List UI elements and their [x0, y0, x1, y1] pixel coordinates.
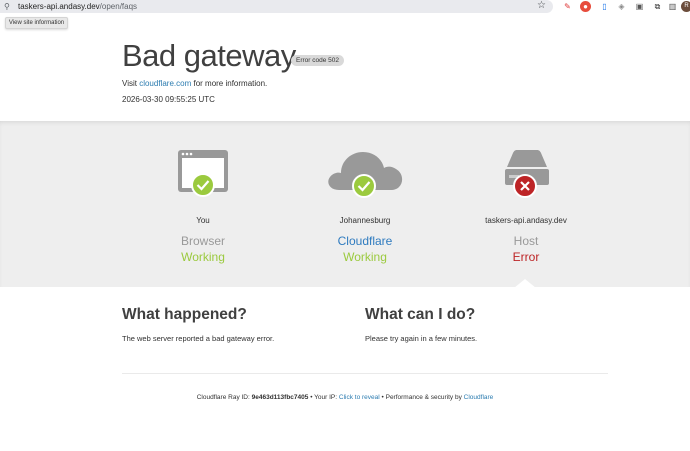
ray-label: Cloudflare Ray ID: [196, 394, 250, 401]
ip-label: Your IP: [314, 394, 338, 401]
url-text[interactable]: taskers-api.andasy.dev/open/faqs [18, 1, 137, 12]
profile-avatar[interactable]: R [681, 1, 690, 12]
perf-label: Performance & security by [385, 394, 462, 401]
visit-suffix: for more information. [193, 79, 268, 88]
what-can-i-do-heading: What can I do? [365, 306, 476, 323]
timestamp: 2026-03-30 09:55:25 UTC [122, 95, 215, 104]
side-panel-icon[interactable]: ▥ [667, 1, 678, 12]
extensions-puzzle-icon[interactable]: ⧉ [652, 1, 663, 12]
what-happened-heading: What happened? [122, 306, 247, 323]
cloud-icon [328, 152, 403, 198]
node-name: taskers-api.andasy.dev [485, 216, 567, 225]
site-info-icon[interactable]: ⚲ [4, 2, 10, 11]
what-can-i-do-text: Please try again in a few minutes. [365, 334, 478, 343]
node-state: Error [512, 250, 540, 264]
visit-prefix: Visit [122, 79, 137, 88]
server-icon [505, 150, 549, 198]
status-node-cloudflare: Johannesburg Cloudflare Working [290, 127, 440, 267]
site-info-tooltip: View site information [5, 17, 68, 29]
status-pointer [514, 279, 536, 288]
node-state: Working [343, 250, 387, 264]
browser-toolbar: ⚲ taskers-api.andasy.dev/open/faqs ☆ ✎ ●… [0, 0, 690, 13]
bookmark-star-icon[interactable]: ☆ [537, 0, 546, 12]
visit-line: Visit cloudflare.com for more informatio… [122, 79, 267, 88]
footer-divider [122, 373, 608, 374]
node-name: You [196, 216, 210, 225]
extension-pen-icon[interactable]: ✎ [562, 1, 573, 12]
url-host: taskers-api.andasy.dev [18, 2, 100, 11]
node-name: Johannesburg [339, 216, 391, 225]
footer: Cloudflare Ray ID: 9e463d113fbc7405 • Yo… [0, 394, 690, 401]
what-happened-text: The web server reported a bad gateway er… [122, 334, 275, 343]
address-bar[interactable]: ⚲ taskers-api.andasy.dev/open/faqs ☆ [0, 0, 553, 13]
extension-box-icon[interactable]: ▣ [634, 1, 645, 12]
footer-separator: • [310, 394, 313, 401]
cloudflare-link[interactable]: cloudflare.com [139, 79, 191, 88]
status-node-host: taskers-api.andasy.dev Host Error [451, 127, 601, 267]
cloudflare-footer-link[interactable]: Cloudflare [464, 394, 494, 401]
status-node-browser: You Browser Working [128, 127, 278, 267]
browser-window-icon [178, 150, 228, 197]
extension-doc-icon[interactable]: ▯ [599, 1, 610, 12]
node-kind: Host [513, 234, 539, 248]
url-path: /open/faqs [99, 2, 138, 11]
footer-separator: • [381, 394, 384, 401]
node-kind: Browser [180, 234, 225, 248]
extension-red-icon[interactable]: ● [580, 1, 591, 12]
ray-id: 9e463d113fbc7405 [251, 394, 309, 401]
reveal-ip-link[interactable]: Click to reveal [339, 394, 380, 401]
extension-shield-icon[interactable]: ◈ [616, 1, 627, 12]
node-state: Working [181, 250, 225, 264]
node-kind: Cloudflare [337, 234, 393, 248]
error-code-badge: Error code 502 [291, 55, 344, 66]
page-title: Bad gateway [122, 38, 296, 73]
